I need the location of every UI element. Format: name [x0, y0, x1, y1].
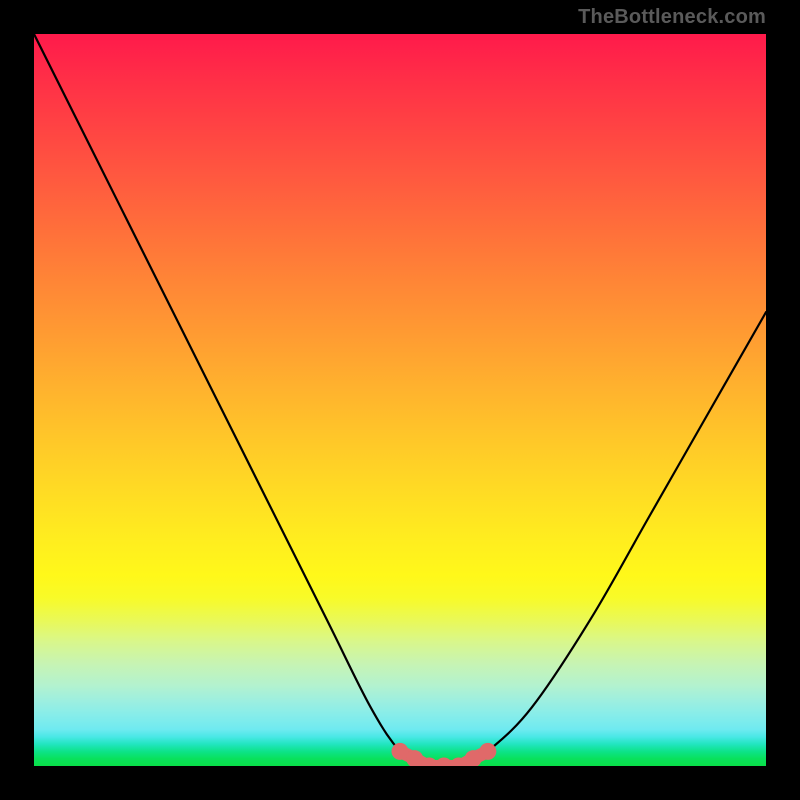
highlight-dot — [479, 743, 496, 760]
curve-layer — [34, 34, 766, 766]
chart-frame: TheBottleneck.com — [0, 0, 800, 800]
bottom-highlight-dots — [392, 743, 497, 766]
watermark-label: TheBottleneck.com — [578, 6, 766, 29]
bottleneck-curve — [34, 34, 766, 766]
highlight-dot — [392, 743, 409, 760]
plot-area — [34, 34, 766, 766]
highlight-dot — [435, 758, 452, 767]
